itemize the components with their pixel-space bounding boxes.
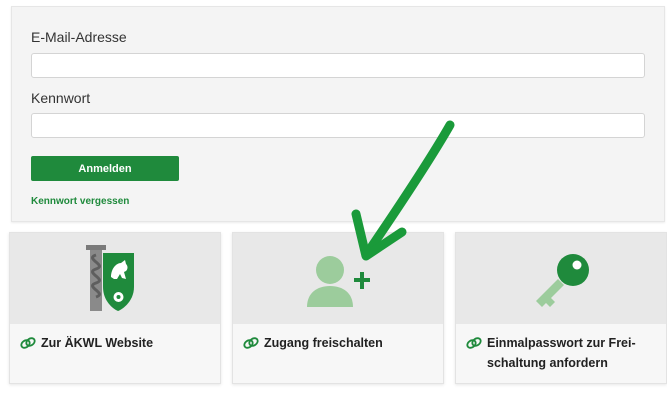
- link-icon: [20, 337, 36, 349]
- email-label: E-Mail-Adresse: [31, 29, 127, 45]
- tile-image: [233, 233, 443, 324]
- tile-aekwl-website[interactable]: Zur ÄKWL Website: [9, 232, 221, 384]
- link-icon: [243, 337, 259, 349]
- login-form: E-Mail-Adresse Kennwort Anmelden Kennwor…: [11, 6, 665, 222]
- tile-label: Zugang freischalten: [264, 336, 383, 350]
- link-icon: [466, 337, 482, 349]
- tile-image: [456, 233, 666, 324]
- tile-zugang-freischalten[interactable]: Zugang freischalten: [232, 232, 444, 384]
- tile-image: [10, 233, 220, 324]
- password-input[interactable]: [31, 113, 645, 138]
- tile-footer: Zugang freischalten: [243, 333, 435, 353]
- password-label: Kennwort: [31, 90, 91, 106]
- tile-footer: Zur ÄKWL Website: [20, 333, 212, 353]
- tile-einmalpasswort[interactable]: Einmalpasswort zur Frei-schaltung anford…: [455, 232, 667, 384]
- forgot-password-link[interactable]: Kennwort vergessen: [31, 196, 129, 207]
- key-icon: [536, 254, 589, 307]
- user-add-icon: [307, 256, 370, 307]
- email-input[interactable]: [31, 53, 645, 78]
- login-button[interactable]: Anmelden: [31, 156, 179, 181]
- tile-label: Einmalpasswort zur Frei-schaltung anford…: [487, 336, 636, 370]
- tile-label: Zur ÄKWL Website: [41, 336, 154, 350]
- tile-footer: Einmalpasswort zur Frei-schaltung anford…: [466, 333, 658, 373]
- aekwl-crest-icon: [86, 245, 134, 311]
